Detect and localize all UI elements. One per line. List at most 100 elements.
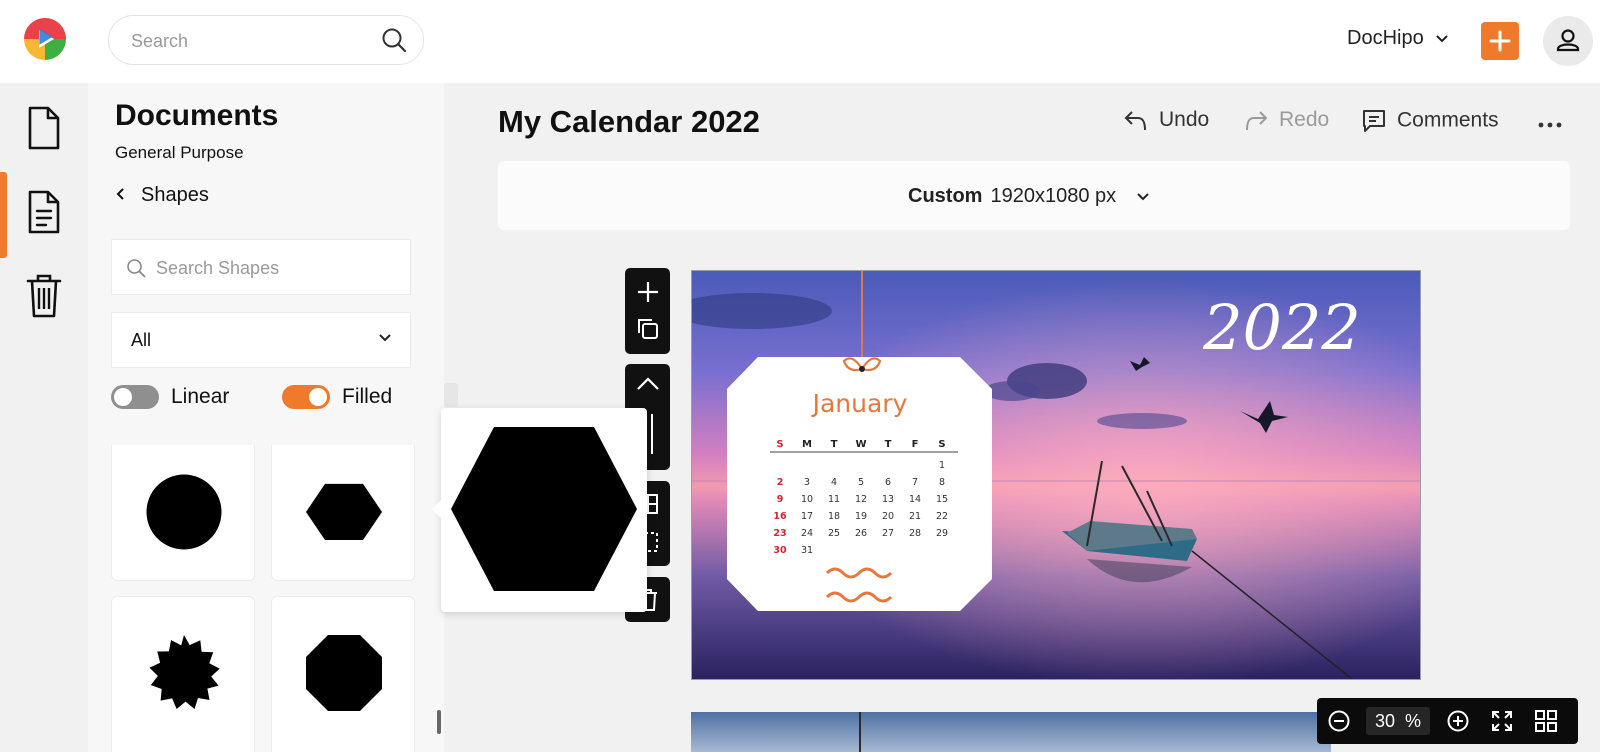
calendar-day: 1: [939, 460, 945, 471]
calendar-day: 6: [885, 477, 891, 488]
account-menu[interactable]: DocHipo: [1347, 27, 1449, 50]
chevron-down-icon: [1136, 193, 1149, 201]
calendar-day: 29: [936, 528, 948, 539]
avatar[interactable]: [1543, 16, 1593, 66]
toggle-switch[interactable]: [111, 385, 159, 409]
shape-search-input[interactable]: [154, 256, 388, 280]
weekday-label: W: [855, 439, 866, 450]
panel-collapse-handle[interactable]: [444, 383, 458, 407]
move-up-icon[interactable]: [636, 376, 660, 392]
canvas-page-2[interactable]: [691, 712, 1331, 752]
redo-icon: [1246, 111, 1268, 131]
add-page-icon[interactable]: [636, 280, 660, 304]
shapes-panel: Documents General Purpose Shapes All Lin…: [88, 83, 444, 752]
left-rail: [0, 83, 88, 752]
calendar-day: 20: [882, 511, 894, 522]
account-name: DocHipo: [1347, 27, 1424, 49]
page-toolbar-add: [625, 268, 670, 354]
panel-subtitle: General Purpose: [115, 143, 244, 162]
chevron-down-icon: [1436, 35, 1448, 43]
panel-title: Documents: [115, 99, 279, 132]
calendar-day: 7: [912, 477, 918, 488]
zoom-in-icon[interactable]: [1446, 709, 1470, 733]
search-icon[interactable]: [381, 27, 407, 53]
duplicate-page-icon[interactable]: [637, 318, 659, 340]
calendar-day: 13: [882, 494, 894, 505]
back-to-shapes-button[interactable]: Shapes: [115, 184, 209, 207]
weekday-label: M: [802, 439, 812, 450]
svg-text:2022: 2022: [1202, 291, 1361, 364]
calendar-day: 21: [909, 511, 921, 522]
trash-icon[interactable]: [24, 273, 64, 319]
more-options-icon[interactable]: [1537, 112, 1563, 138]
global-search[interactable]: [108, 15, 424, 65]
panel-scrollbar[interactable]: [437, 710, 441, 734]
toggle-switch[interactable]: [282, 385, 330, 409]
create-new-button[interactable]: [1481, 22, 1519, 60]
toggle-knob: [114, 388, 132, 406]
size-value: 1920x1080 px: [990, 185, 1117, 207]
dochipo-logo[interactable]: [22, 16, 68, 62]
comments-button[interactable]: Comments: [1361, 108, 1499, 134]
zoom-level[interactable]: 30 %: [1366, 707, 1430, 735]
weekday-label: F: [912, 439, 919, 450]
zoom-unit: %: [1405, 711, 1422, 731]
comments-icon: [1363, 110, 1385, 132]
calendar-design: 2022 January SMTWTFS 12 3 4 5 6 7 89 10 11 12 13 14…: [692, 271, 1420, 679]
calendar-day: 3: [804, 477, 810, 488]
calendar-day: 24: [801, 528, 813, 539]
calendar-day: 4: [831, 477, 837, 488]
calendar-day: 30: [773, 545, 787, 556]
weekday-label: S: [938, 439, 945, 450]
grid-view-icon[interactable]: [1534, 709, 1558, 733]
shape-tile-octagon[interactable]: [271, 596, 415, 752]
top-bar: DocHipo: [0, 0, 1600, 83]
month-name: January: [811, 389, 908, 418]
document-title[interactable]: My Calendar 2022: [498, 104, 760, 140]
shape-search-field[interactable]: [111, 239, 411, 295]
toggle-label: Linear: [171, 385, 230, 408]
calendar-day: 27: [882, 528, 894, 539]
calendar-day: 15: [936, 494, 948, 505]
undo-button[interactable]: Undo: [1123, 108, 1209, 132]
back-label: Shapes: [141, 184, 209, 206]
canvas-size-selector[interactable]: Custom 1920x1080 px: [498, 161, 1570, 230]
size-preset: Custom: [908, 185, 983, 207]
calendar-day: 23: [773, 528, 786, 539]
comments-label: Comments: [1397, 108, 1499, 132]
plus-icon: [1489, 30, 1511, 52]
user-icon: [1556, 29, 1580, 52]
toggle-label: Filled: [342, 385, 393, 408]
calendar-day: 8: [939, 477, 945, 488]
redo-label: Redo: [1279, 108, 1330, 131]
calendar-day: 18: [828, 511, 840, 522]
calendar-day: 25: [828, 528, 840, 539]
documents-list-icon[interactable]: [24, 189, 64, 235]
weekday-label: T: [885, 439, 892, 450]
shape-tile-hexagon[interactable]: [271, 445, 415, 581]
shape-category-select[interactable]: All: [111, 312, 411, 368]
shape-tile-starburst[interactable]: [111, 596, 255, 752]
redo-button[interactable]: Redo: [1243, 108, 1329, 132]
calendar-day: 10: [801, 494, 813, 505]
circle-shape: [146, 474, 222, 550]
canvas-page-1[interactable]: 2022 January SMTWTFS 1 2 3 4 5 6 7 8 9 10 11 12 13 14…: [691, 270, 1421, 680]
weekday-label: S: [776, 439, 783, 450]
fit-screen-icon[interactable]: [1490, 709, 1514, 733]
hexagon-shape: [306, 483, 382, 540]
calendar-day: 12: [855, 494, 867, 505]
search-icon: [127, 259, 146, 278]
calendar-day: 2: [777, 477, 784, 488]
zoom-out-icon[interactable]: [1327, 709, 1351, 733]
calendar-day: 28: [909, 528, 921, 539]
calendar-day: 5: [858, 477, 864, 488]
select-value: All: [131, 330, 152, 350]
calendar-day: 9: [777, 494, 784, 505]
calendar-day: 17: [801, 511, 813, 522]
search-input[interactable]: [129, 28, 373, 54]
shape-tile-circle[interactable]: [111, 445, 255, 581]
zoom-value: 30: [1374, 711, 1395, 731]
document-icon[interactable]: [24, 105, 64, 151]
calendar-day: 26: [855, 528, 867, 539]
hexagon-preview: [451, 427, 637, 591]
